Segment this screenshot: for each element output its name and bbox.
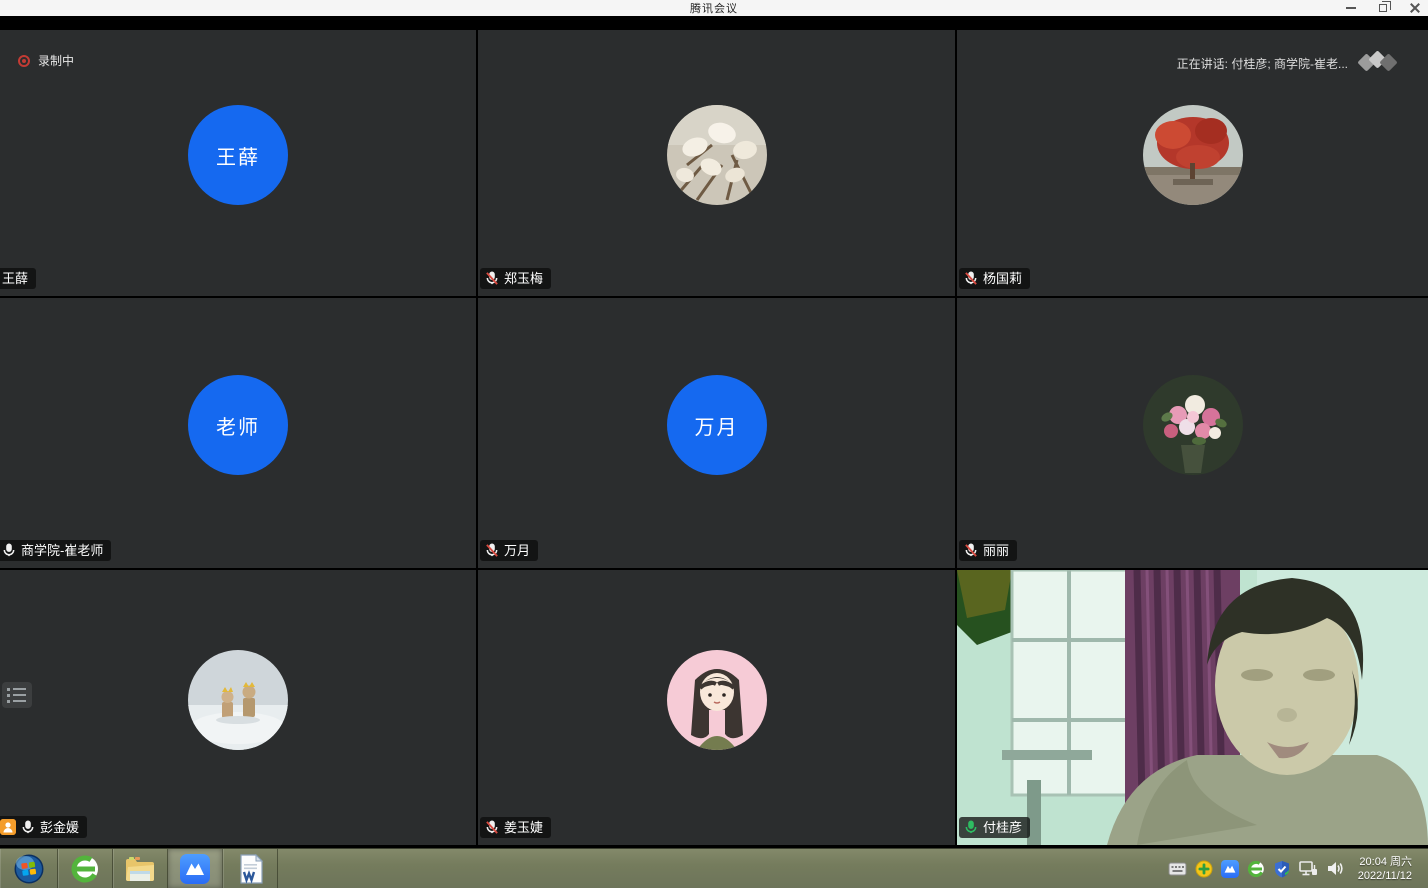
tencent-meeting-window: 腾讯会议 王薛 王薛 <box>0 0 1428 888</box>
input-keyboard-icon[interactable] <box>1168 862 1187 876</box>
taskbar-clock[interactable]: 20:04 周六 2022/11/12 <box>1352 855 1422 883</box>
participant-name: 丽丽 <box>983 543 1009 558</box>
participant-name: 商学院-崔老师 <box>21 543 103 558</box>
system-tray: 20:04 周六 2022/11/12 <box>1162 849 1428 888</box>
avatar <box>667 650 767 750</box>
participant-tile-active-speaker[interactable]: 付桂彦 <box>957 570 1428 845</box>
mic-on-icon <box>2 543 16 558</box>
volume-icon[interactable] <box>1326 860 1344 877</box>
windows-start-icon <box>13 853 45 885</box>
recording-indicator: 录制中 <box>18 52 74 69</box>
participant-tile[interactable]: 老师 商学院-崔老师 <box>0 298 476 568</box>
participant-tile[interactable]: 姜玉婕 <box>478 570 955 845</box>
recording-label: 录制中 <box>38 52 74 69</box>
record-icon <box>18 55 30 67</box>
participant-nametag: 彭金媛 <box>0 816 87 838</box>
mic-on-icon <box>21 820 35 835</box>
clock-time: 20:04 周六 <box>1359 855 1412 869</box>
avatar-initials: 老师 <box>216 411 260 440</box>
folder-icon <box>124 855 156 883</box>
speaking-banner: 正在讲话: 付桂彦; 商学院-崔老... <box>1177 52 1402 74</box>
avatar <box>1143 105 1243 205</box>
restore-icon[interactable] <box>1376 1 1390 15</box>
participant-nametag: 商学院-崔老师 <box>0 540 111 561</box>
avatar: 万月 <box>667 375 767 475</box>
word-document-icon <box>236 854 264 884</box>
close-icon[interactable] <box>1408 1 1422 15</box>
mic-speaking-icon <box>964 820 978 835</box>
video-grid: 王薛 王薛 <box>0 16 1428 845</box>
taskbar: 20:04 周六 2022/11/12 <box>0 848 1428 888</box>
taskbar-item-browser[interactable] <box>58 849 113 888</box>
participant-nametag: 万月 <box>480 540 538 561</box>
window-title: 腾讯会议 <box>690 0 738 16</box>
avatar-image-magnolia-flowers <box>667 105 767 205</box>
pc-manager-shield-icon[interactable] <box>1273 860 1291 878</box>
avatar-image-cartoon-girl <box>667 650 767 750</box>
mic-muted-icon <box>485 820 499 835</box>
avatar-image-snow-figurines <box>188 650 288 750</box>
meeting-tray-icon[interactable] <box>1221 860 1239 878</box>
participant-tile[interactable]: 郑玉梅 <box>478 30 955 296</box>
participant-name: 万月 <box>504 543 530 558</box>
avatar-initials: 万月 <box>695 411 739 440</box>
taskbar-item-meeting[interactable] <box>168 849 223 888</box>
participant-nametag: 杨国莉 <box>959 268 1030 289</box>
member-list-button[interactable] <box>2 682 32 708</box>
titlebar: 腾讯会议 <box>0 0 1428 16</box>
host-badge-icon <box>0 819 16 835</box>
participant-nametag: 付桂彦 <box>959 817 1030 838</box>
participant-nametag: 丽丽 <box>959 540 1017 561</box>
antivirus-360-icon[interactable] <box>1195 860 1213 878</box>
browser-360-icon <box>70 854 100 884</box>
live-video-image <box>957 570 1428 845</box>
browser-360-tray-icon[interactable] <box>1247 860 1265 878</box>
mic-muted-icon <box>964 271 978 286</box>
participant-nametag: 王薛 <box>0 268 36 289</box>
participant-name: 彭金媛 <box>40 820 79 835</box>
participant-name: 王薛 <box>2 271 28 286</box>
participant-name: 付桂彦 <box>983 820 1022 835</box>
participant-name: 姜玉婕 <box>504 820 543 835</box>
participant-tile[interactable]: 万月 万月 <box>478 298 955 568</box>
minimize-icon[interactable] <box>1344 1 1358 15</box>
live-video-feed <box>957 570 1428 845</box>
clock-date: 2022/11/12 <box>1358 869 1412 883</box>
avatar-image-red-maple-tree <box>1143 105 1243 205</box>
mic-muted-icon <box>964 543 978 558</box>
participant-tile[interactable]: 彭金媛 <box>0 570 476 845</box>
avatar <box>667 105 767 205</box>
mic-muted-icon <box>485 271 499 286</box>
participant-nametag: 郑玉梅 <box>480 268 551 289</box>
avatar <box>188 650 288 750</box>
speaking-label: 正在讲话: 付桂彦; 商学院-崔老... <box>1177 55 1348 72</box>
taskbar-item-explorer[interactable] <box>113 849 168 888</box>
avatar: 老师 <box>188 375 288 475</box>
avatar <box>1143 375 1243 475</box>
avatar: 王薛 <box>188 105 288 205</box>
participant-name: 杨国莉 <box>983 271 1022 286</box>
start-button[interactable] <box>0 849 58 888</box>
network-icon[interactable] <box>1299 860 1318 877</box>
participant-tile[interactable]: 丽丽 <box>957 298 1428 568</box>
layout-switch-icon[interactable] <box>1358 52 1402 74</box>
mic-muted-icon <box>485 543 499 558</box>
participant-nametag: 姜玉婕 <box>480 817 551 838</box>
tencent-meeting-icon <box>180 854 210 884</box>
avatar-image-flower-bouquet <box>1143 375 1243 475</box>
avatar-initials: 王薛 <box>216 141 260 170</box>
taskbar-item-word[interactable] <box>223 849 278 888</box>
participant-name: 郑玉梅 <box>504 271 543 286</box>
participant-tile[interactable]: 王薛 王薛 <box>0 30 476 296</box>
